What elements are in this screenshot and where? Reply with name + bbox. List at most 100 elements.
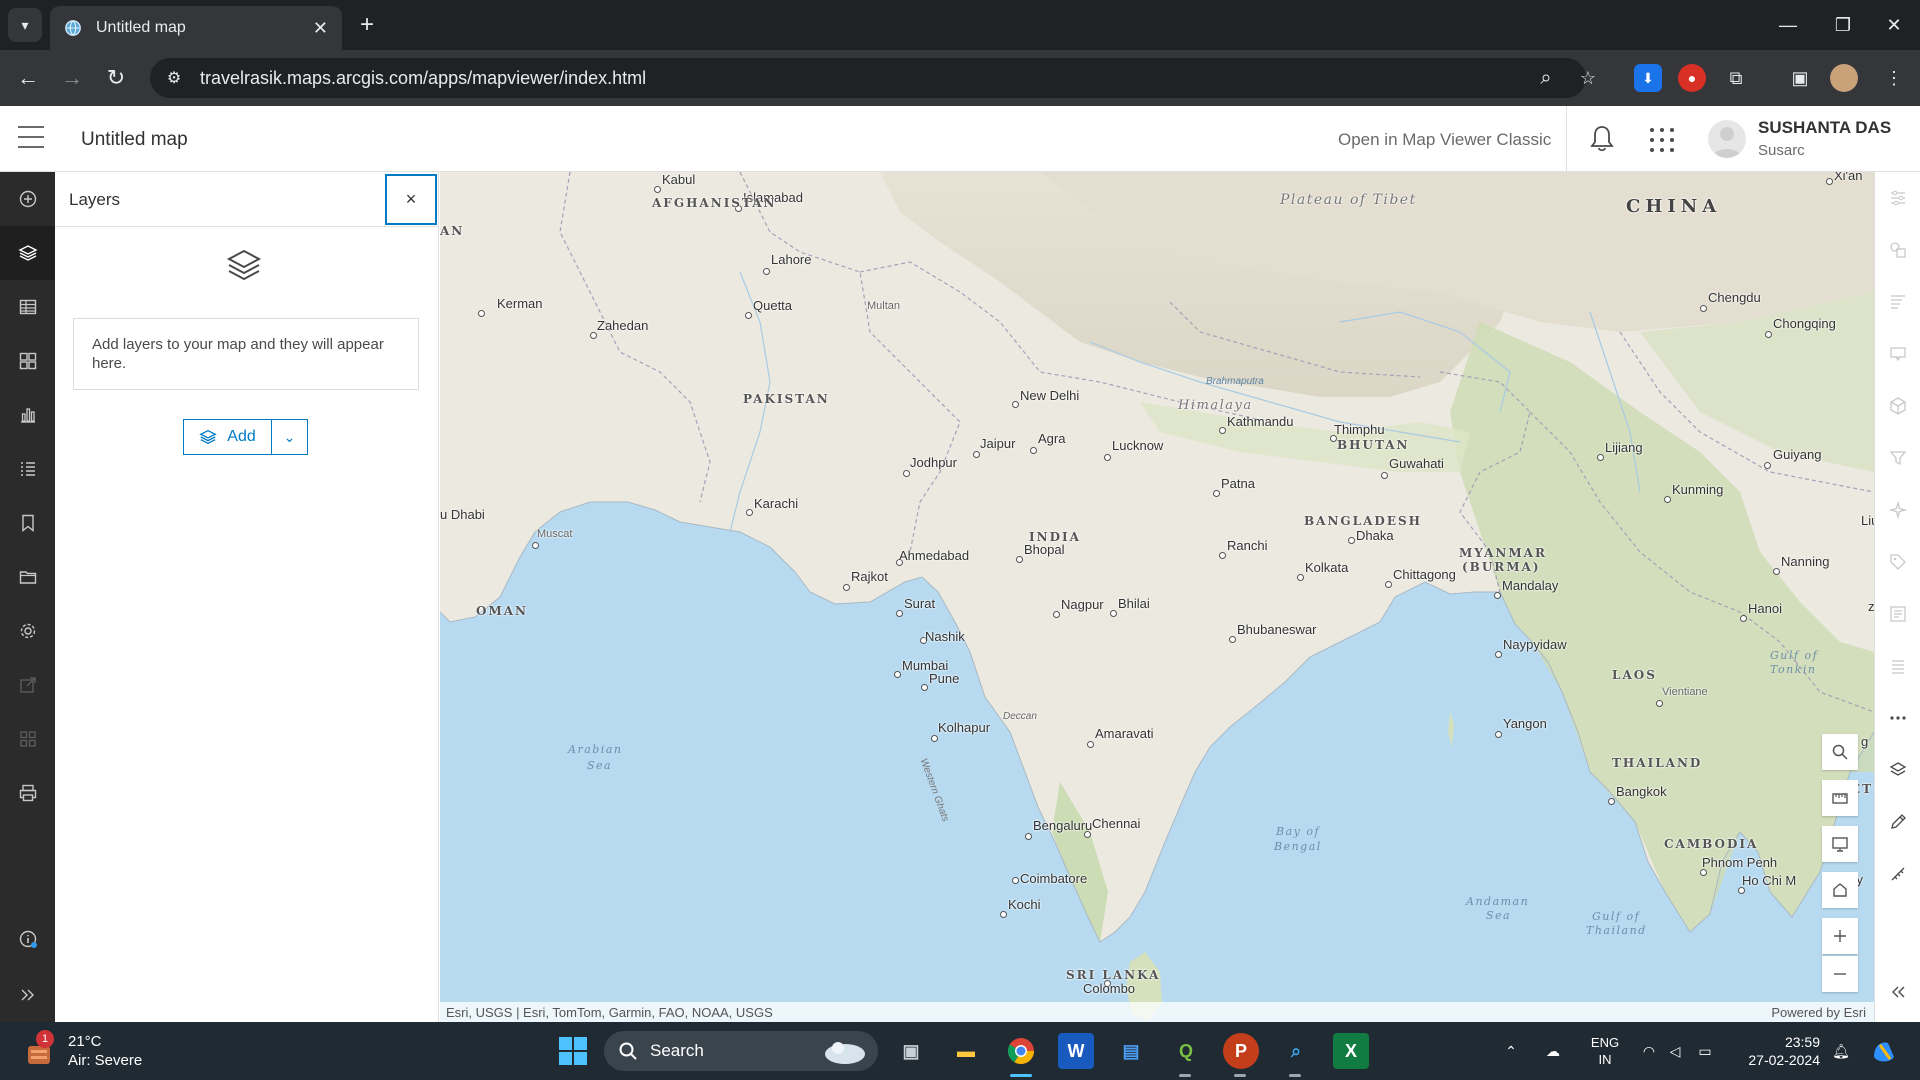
start-button[interactable]: [555, 1033, 591, 1069]
legend-action[interactable]: [0, 442, 55, 496]
notepad-icon[interactable]: ▤: [1113, 1033, 1149, 1069]
home-icon: [1833, 883, 1847, 897]
labels-action[interactable]: [1875, 536, 1920, 588]
zoom-icon[interactable]: ⌕: [1530, 58, 1562, 98]
add-dropdown-button[interactable]: ⌄: [272, 420, 307, 454]
open-classic-link[interactable]: Open in Map Viewer Classic: [1338, 130, 1551, 150]
file-explorer-icon[interactable]: ▬: [948, 1033, 984, 1069]
print-action[interactable]: [0, 766, 55, 820]
measure-action[interactable]: [1875, 848, 1920, 900]
label-deccan: Deccan: [1003, 711, 1037, 722]
filter-table-action[interactable]: [1875, 276, 1920, 328]
wifi-icon[interactable]: ◠: [1636, 1022, 1662, 1080]
side-panel-icon[interactable]: ▣: [1786, 64, 1814, 92]
label-arabian-sea-2: Sea: [587, 759, 613, 772]
battery-icon[interactable]: ▭: [1690, 1022, 1720, 1080]
minimize-button[interactable]: —: [1760, 0, 1816, 50]
language-indicator[interactable]: ENG IN: [1580, 1022, 1630, 1080]
search-icon: [1832, 744, 1848, 760]
bookmarks-action[interactable]: [0, 496, 55, 550]
volume-icon[interactable]: ◁: [1662, 1022, 1688, 1080]
reload-button[interactable]: ↻: [100, 62, 132, 94]
chrome-icon[interactable]: [1003, 1033, 1039, 1069]
map-properties-action[interactable]: [0, 550, 55, 604]
word-icon[interactable]: W: [1058, 1033, 1094, 1069]
home-button[interactable]: [1822, 872, 1858, 908]
layers-icon: [226, 249, 262, 281]
qgis-running-indicator: [1179, 1074, 1191, 1077]
copilot-icon[interactable]: [1864, 1022, 1904, 1080]
download-extension-icon[interactable]: ⬇: [1634, 64, 1662, 92]
layers-action[interactable]: [0, 226, 55, 280]
fullscreen-button[interactable]: [1822, 826, 1858, 862]
more-action[interactable]: [1875, 692, 1920, 744]
map-view[interactable]: Kabul Islamabad AFGHANISTAN Plateau of T…: [440, 172, 1874, 1022]
measure-tool-button[interactable]: [1822, 780, 1858, 816]
profile-avatar-icon[interactable]: [1830, 64, 1858, 92]
tab-close-icon[interactable]: ✕: [313, 18, 328, 39]
expand-action[interactable]: [0, 968, 55, 1022]
tables-action[interactable]: [0, 280, 55, 334]
search-app-icon[interactable]: ⌕: [1278, 1033, 1314, 1069]
fields-action[interactable]: [1875, 380, 1920, 432]
collapse-settings-action[interactable]: [1875, 966, 1920, 1018]
user-avatar[interactable]: [1708, 120, 1746, 158]
weather-widget[interactable]: 1 21°C Air: Severe: [24, 1030, 142, 1070]
clock[interactable]: 23:59 27-02-2024: [1730, 1022, 1820, 1080]
share-action[interactable]: [0, 658, 55, 712]
properties-action[interactable]: [1875, 172, 1920, 224]
charts-action[interactable]: [0, 388, 55, 442]
add-layer-action[interactable]: [0, 172, 55, 226]
label-nanning: Nanning: [1781, 554, 1830, 569]
zoom-out-button[interactable]: [1822, 956, 1858, 992]
add-layer-button[interactable]: Add: [184, 420, 272, 454]
basemap-action[interactable]: [0, 334, 55, 388]
effects-action[interactable]: [1875, 484, 1920, 536]
new-tab-button[interactable]: +: [352, 10, 382, 40]
onedrive-icon[interactable]: ☁: [1538, 1022, 1568, 1080]
hamburger-menu-icon[interactable]: [18, 126, 44, 148]
bookmark-star-icon[interactable]: ☆: [1572, 58, 1604, 98]
attribution-text[interactable]: Esri, USGS | Esri, TomTom, Garmin, FAO, …: [446, 1005, 773, 1020]
info-action[interactable]: [0, 912, 55, 966]
label-pakistan: PAKISTAN: [743, 392, 830, 406]
close-window-button[interactable]: ✕: [1866, 0, 1920, 50]
tray-overflow-icon[interactable]: ⌃: [1496, 1022, 1526, 1080]
search-highlight-icon: [825, 1042, 865, 1064]
notification-bell-icon[interactable]: [1588, 124, 1616, 154]
powerpoint-icon[interactable]: P: [1223, 1033, 1259, 1069]
popups-action[interactable]: [1875, 328, 1920, 380]
sketch-action[interactable]: [1875, 796, 1920, 848]
notification-bell-icon[interactable]: 🔔︎: [1826, 1022, 1856, 1080]
excel-icon[interactable]: X: [1333, 1033, 1369, 1069]
styles-action[interactable]: [1875, 224, 1920, 276]
list-action[interactable]: [1875, 640, 1920, 692]
shield-extension-icon[interactable]: ●: [1678, 64, 1706, 92]
back-button[interactable]: ←: [12, 62, 44, 94]
task-view-icon[interactable]: ▣: [893, 1033, 929, 1069]
patna-marker: [1213, 490, 1220, 497]
restore-button[interactable]: ❐: [1815, 0, 1871, 50]
extensions-puzzle-icon[interactable]: ⧉: [1722, 64, 1750, 92]
zoom-in-button[interactable]: [1822, 918, 1858, 954]
widgets-action[interactable]: [0, 712, 55, 766]
browser-tab[interactable]: Untitled map ✕: [50, 6, 342, 50]
address-bar[interactable]: ⚙ travelrasik.maps.arcgis.com/apps/mapvi…: [150, 58, 1596, 98]
browser-menu-icon[interactable]: ⋮: [1880, 64, 1908, 92]
tab-search-button[interactable]: ▾: [8, 8, 42, 42]
filter-action[interactable]: [1875, 432, 1920, 484]
edit-action[interactable]: [1875, 744, 1920, 796]
map-title[interactable]: Untitled map: [81, 129, 188, 151]
powered-by-esri[interactable]: Powered by Esri: [1771, 1005, 1866, 1020]
user-name[interactable]: SUSHANTA DAS: [1758, 118, 1891, 138]
forward-button[interactable]: →: [56, 62, 88, 94]
forms-action[interactable]: [1875, 588, 1920, 640]
close-panel-button[interactable]: ×: [385, 174, 437, 225]
settings-action[interactable]: [0, 604, 55, 658]
map-search-button[interactable]: [1822, 734, 1858, 770]
qgis-icon[interactable]: Q: [1168, 1033, 1204, 1069]
app-launcher-icon[interactable]: [1650, 128, 1674, 152]
double-chevron-left-icon: [1892, 986, 1905, 998]
taskbar-search[interactable]: Search: [604, 1031, 878, 1071]
site-info-icon[interactable]: ⚙: [164, 68, 184, 88]
